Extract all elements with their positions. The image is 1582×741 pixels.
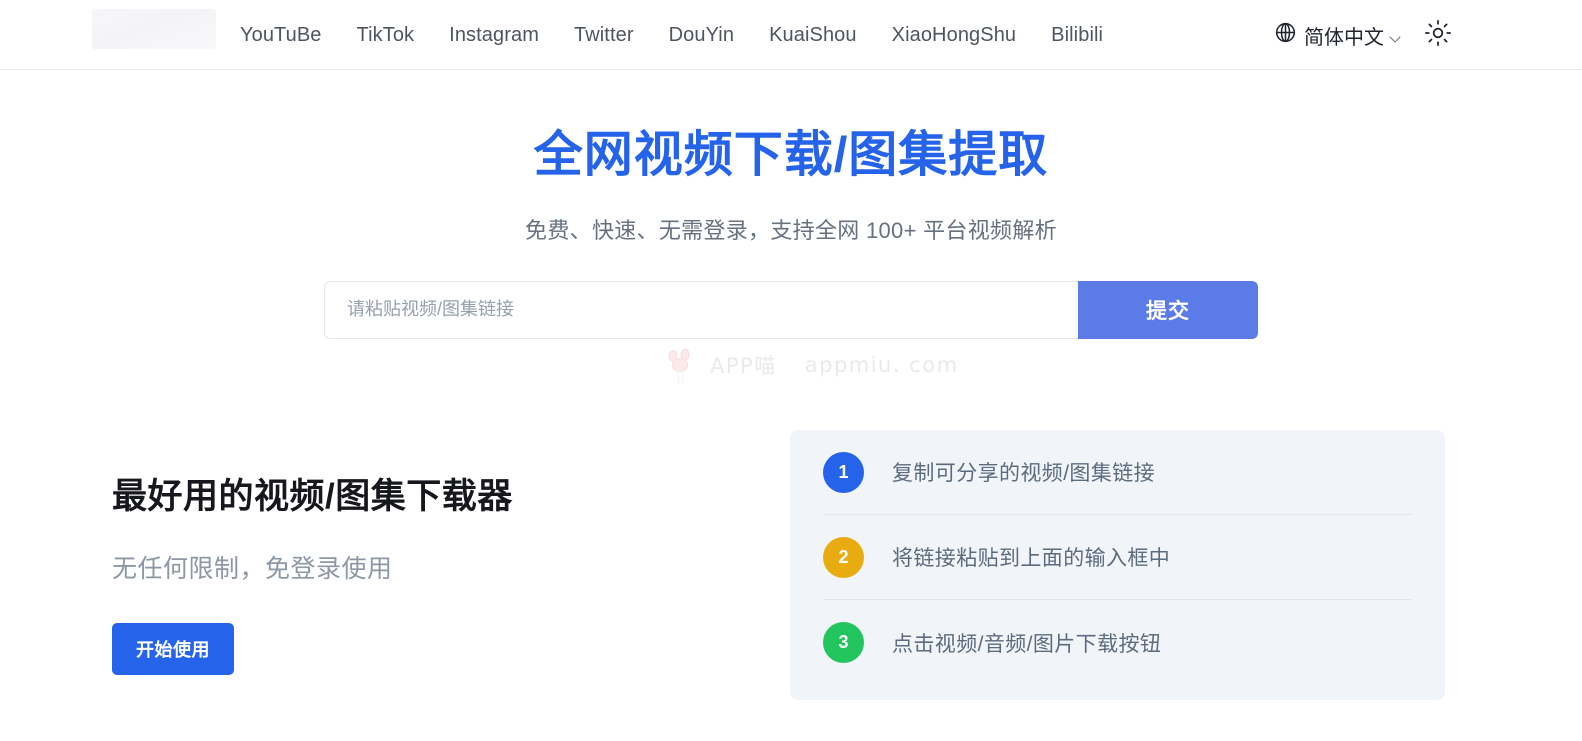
cat-paw-icon bbox=[664, 346, 698, 384]
url-search-bar: 提交 bbox=[324, 280, 1258, 339]
steps-panel: 1 复制可分享的视频/图集链接 2 将链接粘贴到上面的输入框中 3 点击视频/音… bbox=[790, 430, 1445, 700]
submit-button[interactable]: 提交 bbox=[1078, 280, 1258, 339]
nav-item-bilibili[interactable]: Bilibili bbox=[1051, 0, 1138, 70]
step-badge-3: 3 bbox=[823, 622, 864, 663]
sun-icon bbox=[1424, 19, 1452, 52]
nav-item-douyin[interactable]: DouYin bbox=[669, 0, 769, 70]
theme-toggle-button[interactable] bbox=[1424, 19, 1452, 52]
watermark-brand: APP喵 bbox=[710, 354, 777, 378]
promo-block: 最好用的视频/图集下载器 无任何限制，免登录使用 开始使用 bbox=[112, 468, 712, 675]
globe-icon bbox=[1274, 21, 1297, 49]
nav-item-kuaishou[interactable]: KuaiShou bbox=[769, 0, 892, 70]
chevron-down-icon bbox=[1391, 32, 1402, 43]
lower-section: 最好用的视频/图集下载器 无任何限制，免登录使用 开始使用 1 复制可分享的视频… bbox=[0, 430, 1582, 710]
step-text-3: 点击视频/音频/图片下载按钮 bbox=[892, 632, 1162, 656]
hero-section: 全网视频下载/图集提取 免费、快速、无需登录，支持全网 100+ 平台视频解析 … bbox=[0, 70, 1582, 339]
step-item-1: 1 复制可分享的视频/图集链接 bbox=[823, 430, 1412, 515]
site-header: YouTuBe TikTok Instagram Twitter DouYin … bbox=[0, 0, 1582, 70]
nav-item-xiaohongshu[interactable]: XiaoHongShu bbox=[892, 0, 1052, 70]
start-using-button[interactable]: 开始使用 bbox=[112, 623, 234, 675]
site-logo-placeholder[interactable] bbox=[92, 9, 216, 49]
step-text-1: 复制可分享的视频/图集链接 bbox=[892, 462, 1156, 485]
promo-title: 最好用的视频/图集下载器 bbox=[112, 477, 513, 516]
primary-navigation: YouTuBe TikTok Instagram Twitter DouYin … bbox=[240, 0, 1138, 70]
step-badge-2: 2 bbox=[823, 536, 864, 578]
language-label: 简体中文 bbox=[1304, 26, 1384, 49]
url-input[interactable] bbox=[324, 280, 1078, 339]
header-actions: 简体中文 bbox=[1274, 0, 1452, 70]
nav-item-instagram[interactable]: Instagram bbox=[449, 0, 574, 70]
page-subtitle: 免费、快速、无需登录，支持全网 100+ 平台视频解析 bbox=[525, 217, 1057, 243]
nav-item-tiktok[interactable]: TikTok bbox=[357, 0, 450, 70]
promo-subtitle: 无任何限制，免登录使用 bbox=[112, 555, 393, 583]
step-item-2: 2 将链接粘贴到上面的输入框中 bbox=[823, 515, 1412, 600]
step-text-2: 将链接粘贴到上面的输入框中 bbox=[892, 547, 1171, 570]
nav-item-youtube[interactable]: YouTuBe bbox=[240, 0, 357, 70]
page-title: 全网视频下载/图集提取 bbox=[533, 128, 1049, 182]
watermark-domain: appmiu. com bbox=[804, 353, 959, 377]
step-badge-1: 1 bbox=[823, 451, 864, 493]
language-switcher[interactable]: 简体中文 bbox=[1274, 21, 1402, 50]
step-item-3: 3 点击视频/音频/图片下载按钮 bbox=[823, 600, 1412, 685]
nav-item-twitter[interactable]: Twitter bbox=[574, 0, 669, 70]
watermark: APP喵 appmiu. com bbox=[664, 346, 959, 384]
